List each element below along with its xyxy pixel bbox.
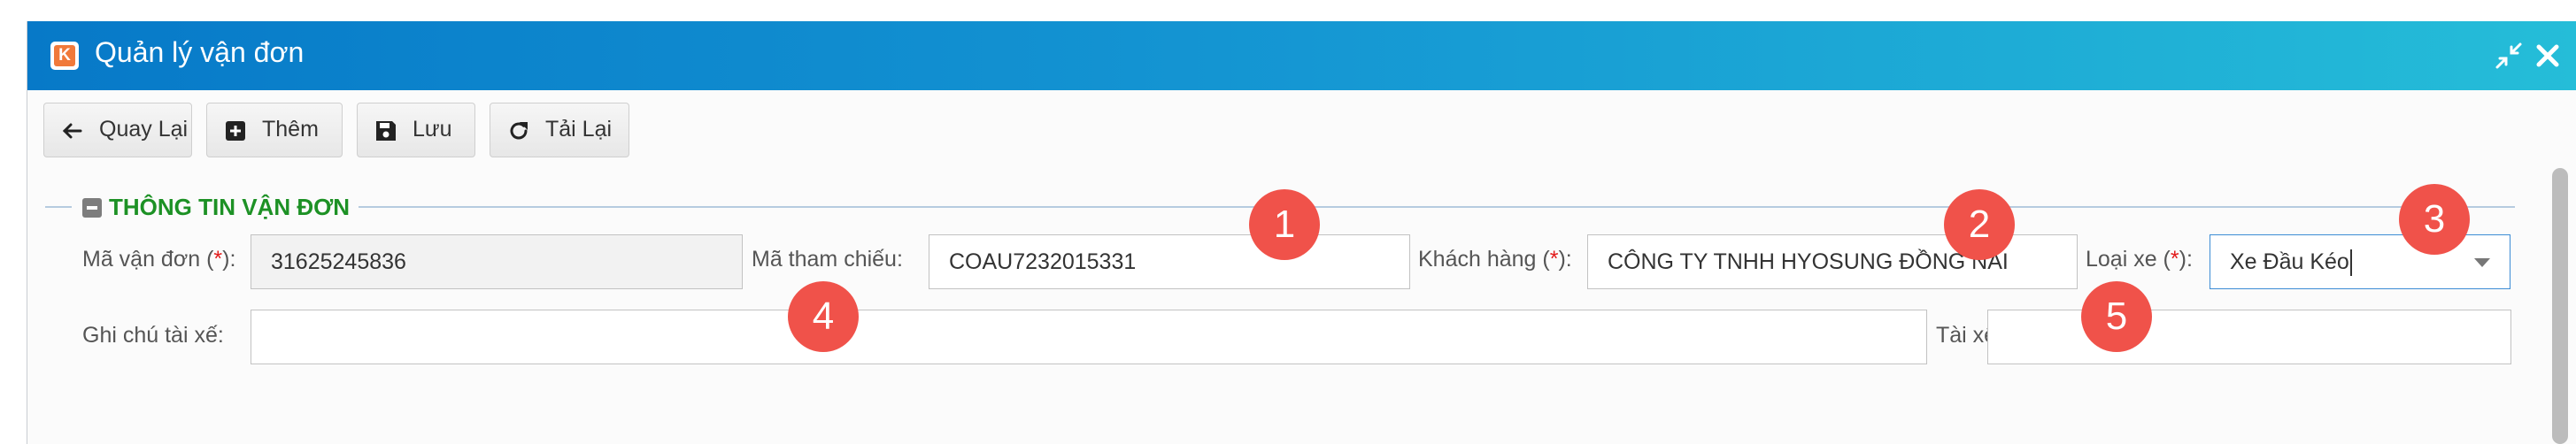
dropdown-arrow-icon[interactable] <box>2474 258 2490 267</box>
add-button-label: Thêm <box>262 117 319 142</box>
scrollbar[interactable] <box>2552 168 2568 444</box>
text-cursor <box>2349 249 2352 277</box>
annotation-badge-1: 1 <box>1249 189 1320 260</box>
required-marker: * <box>2170 247 2179 272</box>
close-icon[interactable] <box>2533 41 2563 71</box>
back-button[interactable]: Quay Lại <box>43 103 192 157</box>
driver-note-field[interactable] <box>251 310 1927 364</box>
title-bar: K Quản lý vận đơn <box>27 21 2576 90</box>
refresh-icon <box>506 119 531 143</box>
customer-label: Khách hàng (*): <box>1418 247 1572 272</box>
save-button-label: Lưu <box>413 117 452 142</box>
app-logo-letter: K <box>54 45 75 66</box>
reference-code-field[interactable]: COAU7232015331 <box>929 234 1410 289</box>
arrow-left-icon <box>60 119 85 143</box>
vehicle-type-label: Loại xe (*): <box>2086 247 2193 272</box>
annotation-badge-5: 5 <box>2081 281 2152 352</box>
window-title: Quản lý vận đơn <box>95 36 305 68</box>
section-legend: THÔNG TIN VẬN ĐƠN <box>72 191 359 223</box>
waybill-code-label: Mã vận đơn (*): <box>82 247 236 272</box>
add-button[interactable]: Thêm <box>206 103 343 157</box>
reload-button-label: Tải Lại <box>545 117 613 142</box>
back-button-label: Quay Lại <box>99 117 189 142</box>
vehicle-type-select[interactable]: Xe Đầu Kéo <box>2210 234 2510 289</box>
waybill-code-field[interactable]: 31625245836 <box>251 234 743 289</box>
floppy-disk-icon <box>374 119 398 143</box>
annotation-badge-3: 3 <box>2399 184 2470 255</box>
app-logo: K <box>50 42 79 70</box>
annotation-badge-4: 4 <box>788 281 859 352</box>
driver-note-label: Ghi chú tài xế: <box>82 323 224 348</box>
save-button[interactable]: Lưu <box>357 103 475 157</box>
reference-code-label: Mã tham chiếu: <box>752 247 903 272</box>
annotation-badge-2: 2 <box>1944 189 2015 260</box>
driver-field[interactable] <box>1987 310 2511 364</box>
plus-square-icon <box>223 119 248 143</box>
vehicle-type-value: Xe Đầu Kéo <box>2230 249 2349 274</box>
required-marker: * <box>213 247 223 272</box>
required-marker: * <box>1549 247 1559 272</box>
shrink-icon[interactable] <box>2494 41 2524 71</box>
collapse-section-icon[interactable] <box>82 198 102 218</box>
reload-button[interactable]: Tải Lại <box>490 103 629 157</box>
section-title: THÔNG TIN VẬN ĐƠN <box>109 194 351 220</box>
